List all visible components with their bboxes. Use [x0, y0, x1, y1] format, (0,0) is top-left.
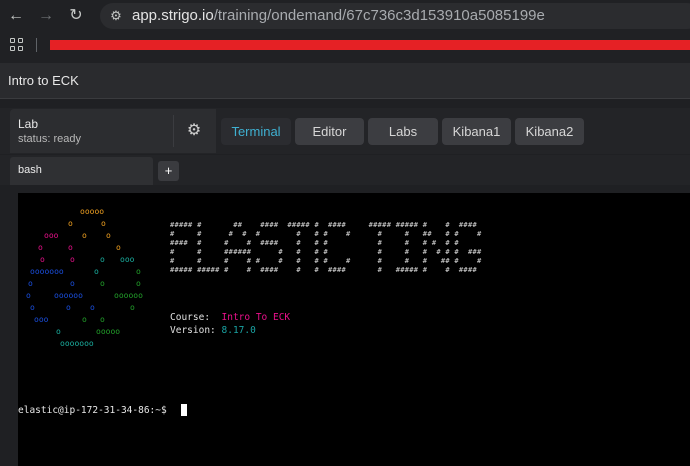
course-header: Intro to ECK	[0, 63, 690, 99]
terminal-cursor	[181, 404, 187, 416]
elastic-training-banner: ##### # ## #### ##### # #### ##### #####…	[170, 221, 482, 274]
url-path: /training/ondemand/67c736c3d153910a50851…	[213, 7, 545, 24]
forward-arrow-icon[interactable]: →	[36, 6, 56, 26]
logo-circle: o	[70, 279, 75, 288]
logo-circle: o	[82, 315, 87, 324]
logo-circle: o	[66, 303, 71, 312]
tab-kibana2[interactable]: Kibana2	[515, 118, 584, 145]
logo-circle: o	[40, 255, 45, 264]
logo-circle: ooooooo	[60, 339, 94, 348]
reload-icon[interactable]: ↻	[66, 6, 86, 26]
redacted-bookmarks-bar	[50, 40, 690, 50]
back-arrow-icon[interactable]: ←	[6, 6, 26, 26]
url-host: app.strigo.io	[132, 7, 214, 24]
logo-circle: o	[94, 267, 99, 276]
lab-divider	[173, 115, 174, 147]
logo-circle: ooo	[120, 255, 135, 264]
tab-kibana1[interactable]: Kibana1	[442, 118, 511, 145]
terminal-screen[interactable]: ooooo o o ooo o o o o o o o o ooo ooooooo o o o o o o o ooooo…	[18, 193, 690, 466]
tab-editor[interactable]: Editor	[295, 118, 364, 145]
logo-circle: o	[136, 279, 141, 288]
terminal-tab-label: bash	[18, 164, 42, 176]
logo-circle: oooooo	[114, 291, 143, 300]
site-settings-icon[interactable]: ⚙	[108, 8, 124, 24]
lab-info-panel: Lab status: ready ⚙	[10, 109, 216, 153]
shell-prompt: elastic@ip-172-31-34-86:~$	[18, 405, 167, 416]
lab-title: Lab	[18, 117, 39, 131]
logo-circle: o	[70, 255, 75, 264]
gear-icon[interactable]: ⚙	[185, 122, 203, 140]
logo-circle: ooo	[34, 315, 49, 324]
terminal-tab-bash[interactable]: bash	[10, 157, 153, 185]
address-bar[interactable]: ⚙ app.strigo.io/training/ondemand/67c736…	[100, 3, 690, 29]
logo-circle: o	[26, 291, 31, 300]
url-text[interactable]: app.strigo.io/training/ondemand/67c736c3…	[132, 7, 545, 25]
logo-circle: o	[101, 219, 106, 228]
logo-circle: ooo	[44, 231, 59, 240]
logo-circle: o	[100, 255, 105, 264]
logo-circle: oooooo	[54, 291, 83, 300]
course-value: Intro To ECK	[221, 312, 291, 323]
tab-terminal[interactable]: Terminal	[221, 118, 291, 145]
logo-circle: o	[136, 267, 141, 276]
browser-toolbar: ← → ↻ ⚙ app.strigo.io/training/ondemand/…	[0, 0, 690, 63]
version-key: Version:	[170, 325, 216, 336]
add-terminal-button[interactable]: +	[158, 161, 179, 181]
logo-circle: o	[68, 219, 73, 228]
logo-circle: o	[116, 243, 121, 252]
logo-circle: o	[130, 303, 135, 312]
logo-circle: o	[38, 243, 43, 252]
logo-circle: o	[90, 303, 95, 312]
bookmarks-divider	[36, 38, 37, 52]
logo-circle: ooooo	[96, 327, 121, 336]
logo-circle: o	[56, 327, 61, 336]
course-key: Course:	[170, 312, 211, 323]
logo-circle: o	[100, 279, 105, 288]
lab-status: status: ready	[18, 133, 81, 145]
logo-circle: o	[30, 303, 35, 312]
version-value: 8.17.0	[221, 325, 256, 336]
logo-circle: o	[28, 279, 33, 288]
logo-circle: ooooooo	[30, 267, 64, 276]
logo-circle: o	[68, 243, 73, 252]
apps-grid-icon[interactable]	[10, 38, 24, 52]
page-title: Intro to ECK	[8, 73, 79, 88]
course-line: Course: Intro To ECK	[170, 312, 290, 324]
tab-labs[interactable]: Labs	[368, 118, 438, 145]
logo-circle: o	[82, 231, 87, 240]
logo-circle: ooooo	[80, 207, 105, 216]
version-line: Version: 8.17.0	[170, 325, 256, 337]
logo-circle: o	[100, 315, 105, 324]
logo-circle: o	[106, 231, 111, 240]
